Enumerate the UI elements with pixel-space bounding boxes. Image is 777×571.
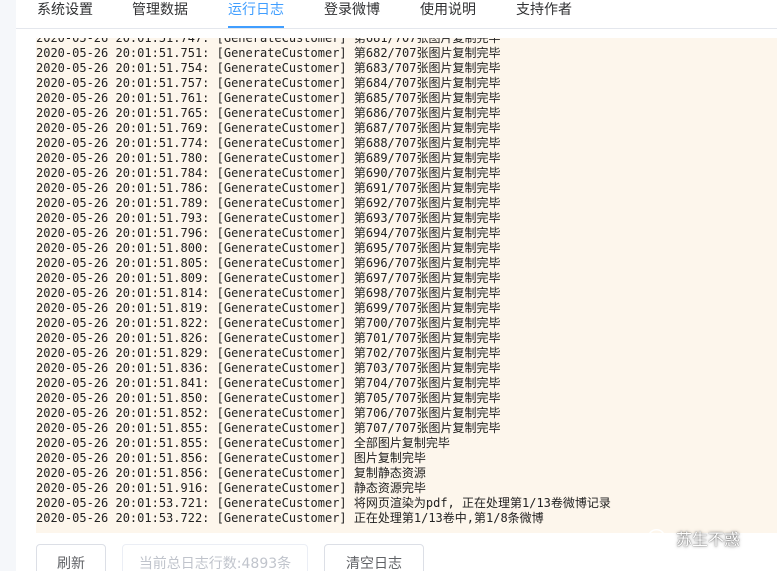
log-line: 2020-05-26 20:01:51.754: [GenerateCustom…	[36, 61, 501, 75]
log-line: 2020-05-26 20:01:51.761: [GenerateCustom…	[36, 91, 501, 105]
log-line: 2020-05-26 20:01:51.789: [GenerateCustom…	[36, 196, 501, 210]
tab-manage-data[interactable]: 管理数据	[132, 0, 188, 28]
log-lines: 2020-05-26 20:01:51.747: [GenerateCustom…	[36, 38, 611, 526]
log-line: 2020-05-26 20:01:51.856: [GenerateCustom…	[36, 466, 426, 480]
log-line: 2020-05-26 20:01:51.765: [GenerateCustom…	[36, 106, 501, 120]
refresh-button[interactable]: 刷新	[36, 544, 106, 571]
log-line: 2020-05-26 20:01:51.805: [GenerateCustom…	[36, 256, 501, 270]
log-line: 2020-05-26 20:01:51.809: [GenerateCustom…	[36, 271, 501, 285]
log-line: 2020-05-26 20:01:51.836: [GenerateCustom…	[36, 361, 501, 375]
tab-run-log[interactable]: 运行日志	[228, 0, 284, 28]
log-line: 2020-05-26 20:01:51.786: [GenerateCustom…	[36, 181, 501, 195]
log-line: 2020-05-26 20:01:51.814: [GenerateCustom…	[36, 286, 501, 300]
log-line: 2020-05-26 20:01:51.826: [GenerateCustom…	[36, 331, 501, 345]
clear-log-button[interactable]: 清空日志	[324, 544, 424, 571]
log-line: 2020-05-26 20:01:51.855: [GenerateCustom…	[36, 421, 501, 435]
log-line: 2020-05-26 20:01:51.784: [GenerateCustom…	[36, 166, 501, 180]
log-output[interactable]: 2020-05-26 20:01:51.747: [GenerateCustom…	[36, 38, 777, 533]
log-line: 2020-05-26 20:01:51.916: [GenerateCustom…	[36, 481, 426, 495]
app-window: 系统设置 管理数据 运行日志 登录微博 使用说明 支持作者 2020-05-26…	[0, 0, 777, 571]
log-line: 2020-05-26 20:01:51.852: [GenerateCustom…	[36, 406, 501, 420]
log-line: 2020-05-26 20:01:51.856: [GenerateCustom…	[36, 451, 426, 465]
tab-instructions[interactable]: 使用说明	[420, 0, 476, 28]
log-line: 2020-05-26 20:01:51.747: [GenerateCustom…	[36, 38, 501, 45]
log-line: 2020-05-26 20:01:51.796: [GenerateCustom…	[36, 226, 501, 240]
log-line: 2020-05-26 20:01:51.819: [GenerateCustom…	[36, 301, 501, 315]
log-line: 2020-05-26 20:01:51.850: [GenerateCustom…	[36, 391, 501, 405]
tab-login-weibo[interactable]: 登录微博	[324, 0, 380, 28]
log-line: 2020-05-26 20:01:51.780: [GenerateCustom…	[36, 151, 501, 165]
left-sidebar-edge	[0, 0, 16, 571]
tab-support-author[interactable]: 支持作者	[516, 0, 572, 28]
log-line: 2020-05-26 20:01:51.793: [GenerateCustom…	[36, 211, 501, 225]
watermark-text: 苏生不惑	[676, 530, 741, 549]
wechat-icon	[648, 529, 670, 547]
log-line: 2020-05-26 20:01:51.774: [GenerateCustom…	[36, 136, 501, 150]
log-line: 2020-05-26 20:01:51.855: [GenerateCustom…	[36, 436, 450, 450]
log-line: 2020-05-26 20:01:51.829: [GenerateCustom…	[36, 346, 501, 360]
tab-bar: 系统设置 管理数据 运行日志 登录微博 使用说明 支持作者	[16, 0, 777, 29]
tab-system-settings[interactable]: 系统设置	[37, 0, 93, 28]
log-line: 2020-05-26 20:01:51.757: [GenerateCustom…	[36, 76, 501, 90]
log-line: 2020-05-26 20:01:51.769: [GenerateCustom…	[36, 121, 501, 135]
log-line: 2020-05-26 20:01:53.721: [GenerateCustom…	[36, 496, 611, 510]
watermark: 苏生不惑	[648, 526, 740, 550]
log-line: 2020-05-26 20:01:51.822: [GenerateCustom…	[36, 316, 501, 330]
log-count-button: 当前总日志行数:4893条	[122, 544, 308, 571]
log-line: 2020-05-26 20:01:51.751: [GenerateCustom…	[36, 46, 501, 60]
log-line: 2020-05-26 20:01:51.800: [GenerateCustom…	[36, 241, 501, 255]
log-line: 2020-05-26 20:01:51.841: [GenerateCustom…	[36, 376, 501, 390]
log-line: 2020-05-26 20:01:53.722: [GenerateCustom…	[36, 511, 544, 525]
